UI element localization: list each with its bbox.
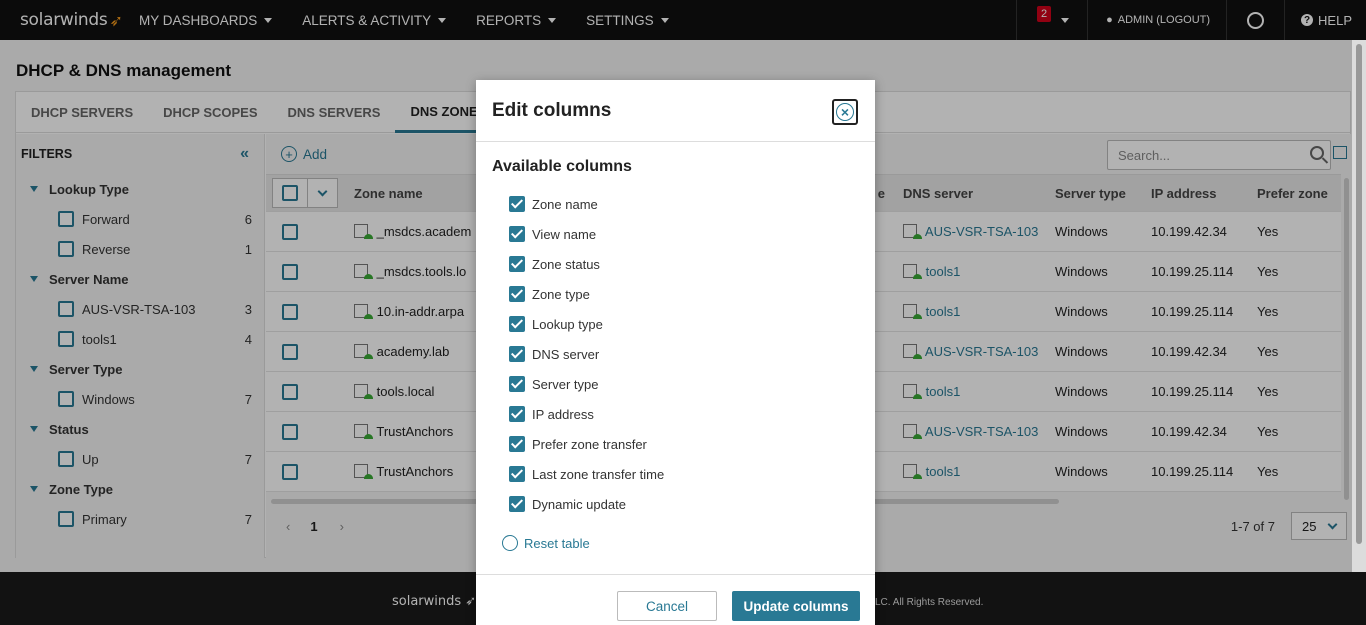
checked-checkbox[interactable] [509,436,525,452]
column-option[interactable]: Server type [509,369,664,399]
column-option[interactable]: View name [509,219,664,249]
checked-checkbox[interactable] [509,256,525,272]
dialog-footer: Cancel Update columns [476,574,875,625]
column-option[interactable]: Zone name [509,189,664,219]
column-option[interactable]: Dynamic update [509,489,664,519]
checked-checkbox[interactable] [509,226,525,242]
column-option[interactable]: DNS server [509,339,664,369]
reset-table-link[interactable]: Reset table [502,535,590,551]
column-option[interactable]: Lookup type [509,309,664,339]
scrollbar-thumb[interactable] [1356,44,1362,544]
column-options-list: Zone name View name Zone status Zone type Lo… [509,189,664,519]
reset-icon [502,535,518,551]
column-option[interactable]: Prefer zone transfer [509,429,664,459]
column-option[interactable]: Last zone transfer time [509,459,664,489]
edit-columns-dialog: Edit columns × Available columns Zone na… [476,80,875,625]
checked-checkbox[interactable] [509,466,525,482]
close-button[interactable]: × [832,99,858,125]
dialog-title: Edit columns [476,80,875,142]
checked-checkbox[interactable] [509,376,525,392]
cancel-button[interactable]: Cancel [617,591,717,621]
update-columns-button[interactable]: Update columns [732,591,860,621]
column-option[interactable]: Zone type [509,279,664,309]
checked-checkbox[interactable] [509,406,525,422]
checked-checkbox[interactable] [509,496,525,512]
column-option[interactable]: IP address [509,399,664,429]
page-scrollbar[interactable] [1352,40,1366,572]
dialog-subtitle: Available columns [492,158,632,175]
column-option[interactable]: Zone status [509,249,664,279]
checked-checkbox[interactable] [509,196,525,212]
checked-checkbox[interactable] [509,286,525,302]
checked-checkbox[interactable] [509,346,525,362]
close-icon: × [836,103,854,121]
checked-checkbox[interactable] [509,316,525,332]
